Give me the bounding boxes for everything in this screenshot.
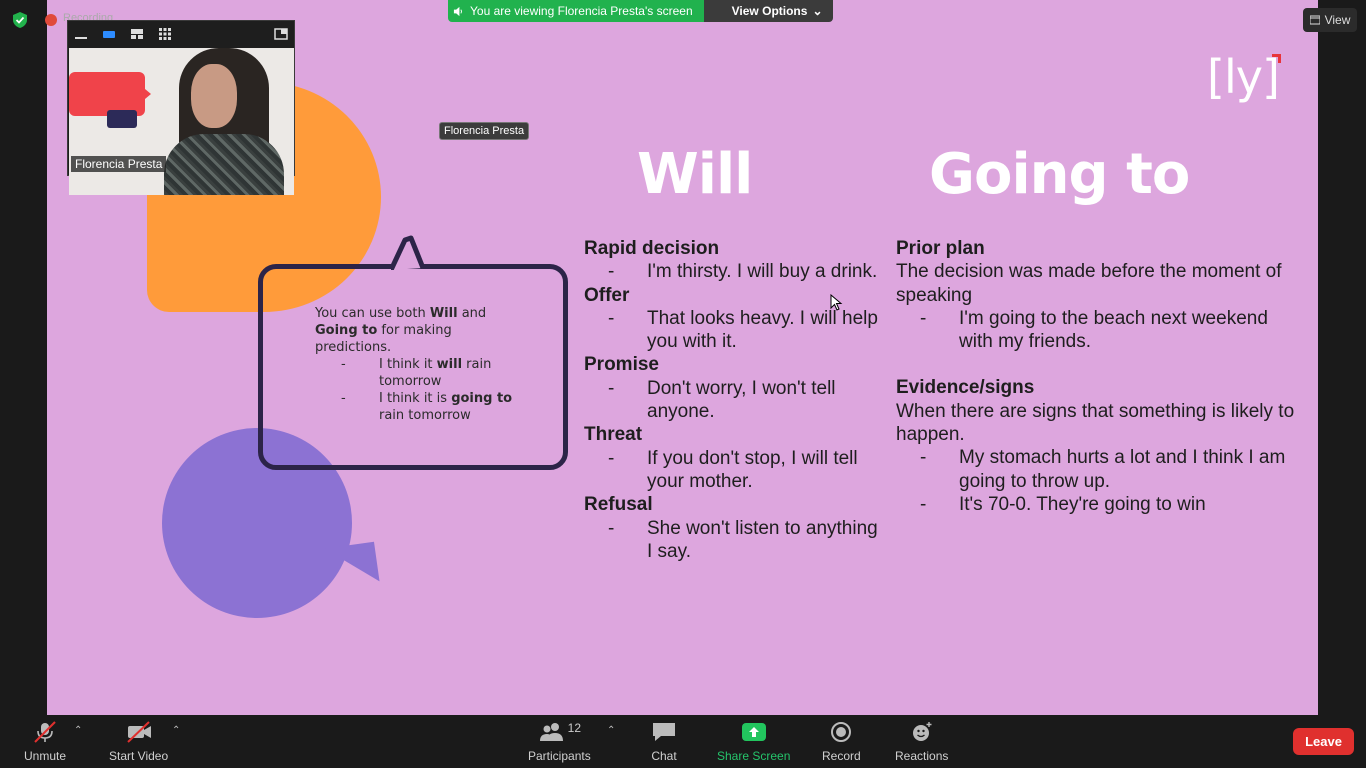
- purple-bubble-tail: [324, 541, 380, 589]
- reactions-icon: [912, 722, 932, 741]
- section-example: - My stomach hurts a lot and I think I am…: [920, 447, 1286, 492]
- gallery-view-icon[interactable]: [158, 27, 172, 41]
- chat-button[interactable]: Chat: [650, 721, 678, 763]
- section-description: The decision was made before the moment …: [896, 261, 1282, 306]
- expand-window-icon[interactable]: [274, 27, 288, 41]
- bubble-example-2: - I think it is going to rain tomorrow: [341, 391, 513, 423]
- section-heading: Prior plan: [896, 238, 985, 259]
- section-heading: Rapid decision: [584, 238, 720, 259]
- video-off-icon: [126, 721, 151, 743]
- section-example: - Don't worry, I won't tell anyone.: [608, 377, 836, 423]
- video-panel-toolbar: [68, 21, 294, 47]
- section-example: - If you don't stop, I will tell your mot…: [608, 447, 858, 492]
- record-icon: [831, 722, 852, 742]
- unmute-button[interactable]: Unmute: [24, 721, 66, 763]
- chevron-down-icon: ⌄: [812, 4, 823, 18]
- recording-dot-icon: [45, 14, 57, 26]
- brand-logo: [ly]: [1207, 50, 1281, 104]
- will-title: Will: [637, 142, 753, 207]
- thumbnail-view-icon[interactable]: [102, 27, 116, 41]
- participants-button[interactable]: 12 Participants: [528, 721, 591, 763]
- going-to-column: Prior plan The decision was made before …: [896, 237, 1296, 516]
- section-heading: Refusal: [584, 494, 653, 516]
- share-screen-button[interactable]: Share Screen: [717, 721, 790, 763]
- section-example: - I'm going to the beach next weekend wit…: [920, 307, 1268, 353]
- mouse-cursor-icon: [830, 294, 843, 311]
- reactions-button[interactable]: Reactions: [895, 721, 948, 763]
- section-example: - I'm thirsty. I will buy a drink.: [608, 261, 878, 283]
- leave-button[interactable]: Leave: [1293, 728, 1354, 755]
- section-example: - She won't listen to anything I say.: [608, 517, 878, 562]
- viewing-text: You are viewing Florencia Presta's scree…: [470, 4, 693, 18]
- section-heading: Evidence/signs: [896, 377, 1035, 399]
- view-options-button[interactable]: View Options ⌄: [703, 0, 833, 22]
- going-to-title: Going to: [929, 142, 1190, 207]
- screen-share-banner: You are viewing Florencia Presta's scree…: [448, 0, 833, 22]
- chat-icon: [653, 723, 675, 741]
- section-heading: Promise: [584, 354, 659, 376]
- minimize-icon[interactable]: [74, 27, 88, 41]
- speech-bubble-spike: [391, 235, 426, 270]
- start-video-button[interactable]: Start Video: [109, 721, 168, 763]
- section-example: - That looks heavy. I will help you with …: [608, 307, 878, 353]
- floating-name-tag: Florencia Presta: [439, 122, 530, 140]
- speaker-icon: [453, 6, 462, 16]
- share-screen-icon: [741, 723, 766, 741]
- record-button[interactable]: Record: [822, 721, 861, 763]
- bubble-example-1: - I think it will rain tomorrow: [341, 357, 492, 389]
- speaker-view-icon[interactable]: [130, 27, 144, 41]
- security-shield-icon[interactable]: [12, 11, 28, 29]
- muted-microphone-icon: [34, 721, 56, 743]
- zoom-window: You can use both Will and Going to for m…: [0, 0, 1366, 768]
- bubble-intro: You can use both Will and Going to for m…: [315, 306, 487, 355]
- bubble-text: You can use both Will and Going to for m…: [315, 305, 525, 424]
- video-thumbnail-panel[interactable]: Florencia Presta: [67, 20, 295, 195]
- section-example: - It's 70-0. They're going to win: [920, 493, 1206, 515]
- section-description: When there are signs that something is l…: [896, 400, 1295, 446]
- video-options-caret-icon[interactable]: ⌃: [172, 725, 180, 736]
- participant-name-label: Florencia Presta: [71, 156, 167, 172]
- view-button[interactable]: View: [1303, 8, 1357, 32]
- participants-options-caret-icon[interactable]: ⌃: [607, 725, 615, 736]
- participant-video: [69, 48, 294, 195]
- section-heading: Threat: [584, 424, 643, 446]
- meeting-toolbar: Unmute ⌃ Start Video ⌃ 12 Participants ⌃…: [0, 715, 1366, 768]
- viewing-indicator: You are viewing Florencia Presta's scree…: [448, 0, 704, 22]
- will-column: Rapid decision - I'm thirsty. I will buy …: [584, 237, 884, 563]
- participants-icon: [539, 723, 563, 741]
- participants-count: 12: [567, 721, 582, 735]
- grid-view-icon: [1309, 15, 1320, 25]
- audio-options-caret-icon[interactable]: ⌃: [74, 725, 82, 736]
